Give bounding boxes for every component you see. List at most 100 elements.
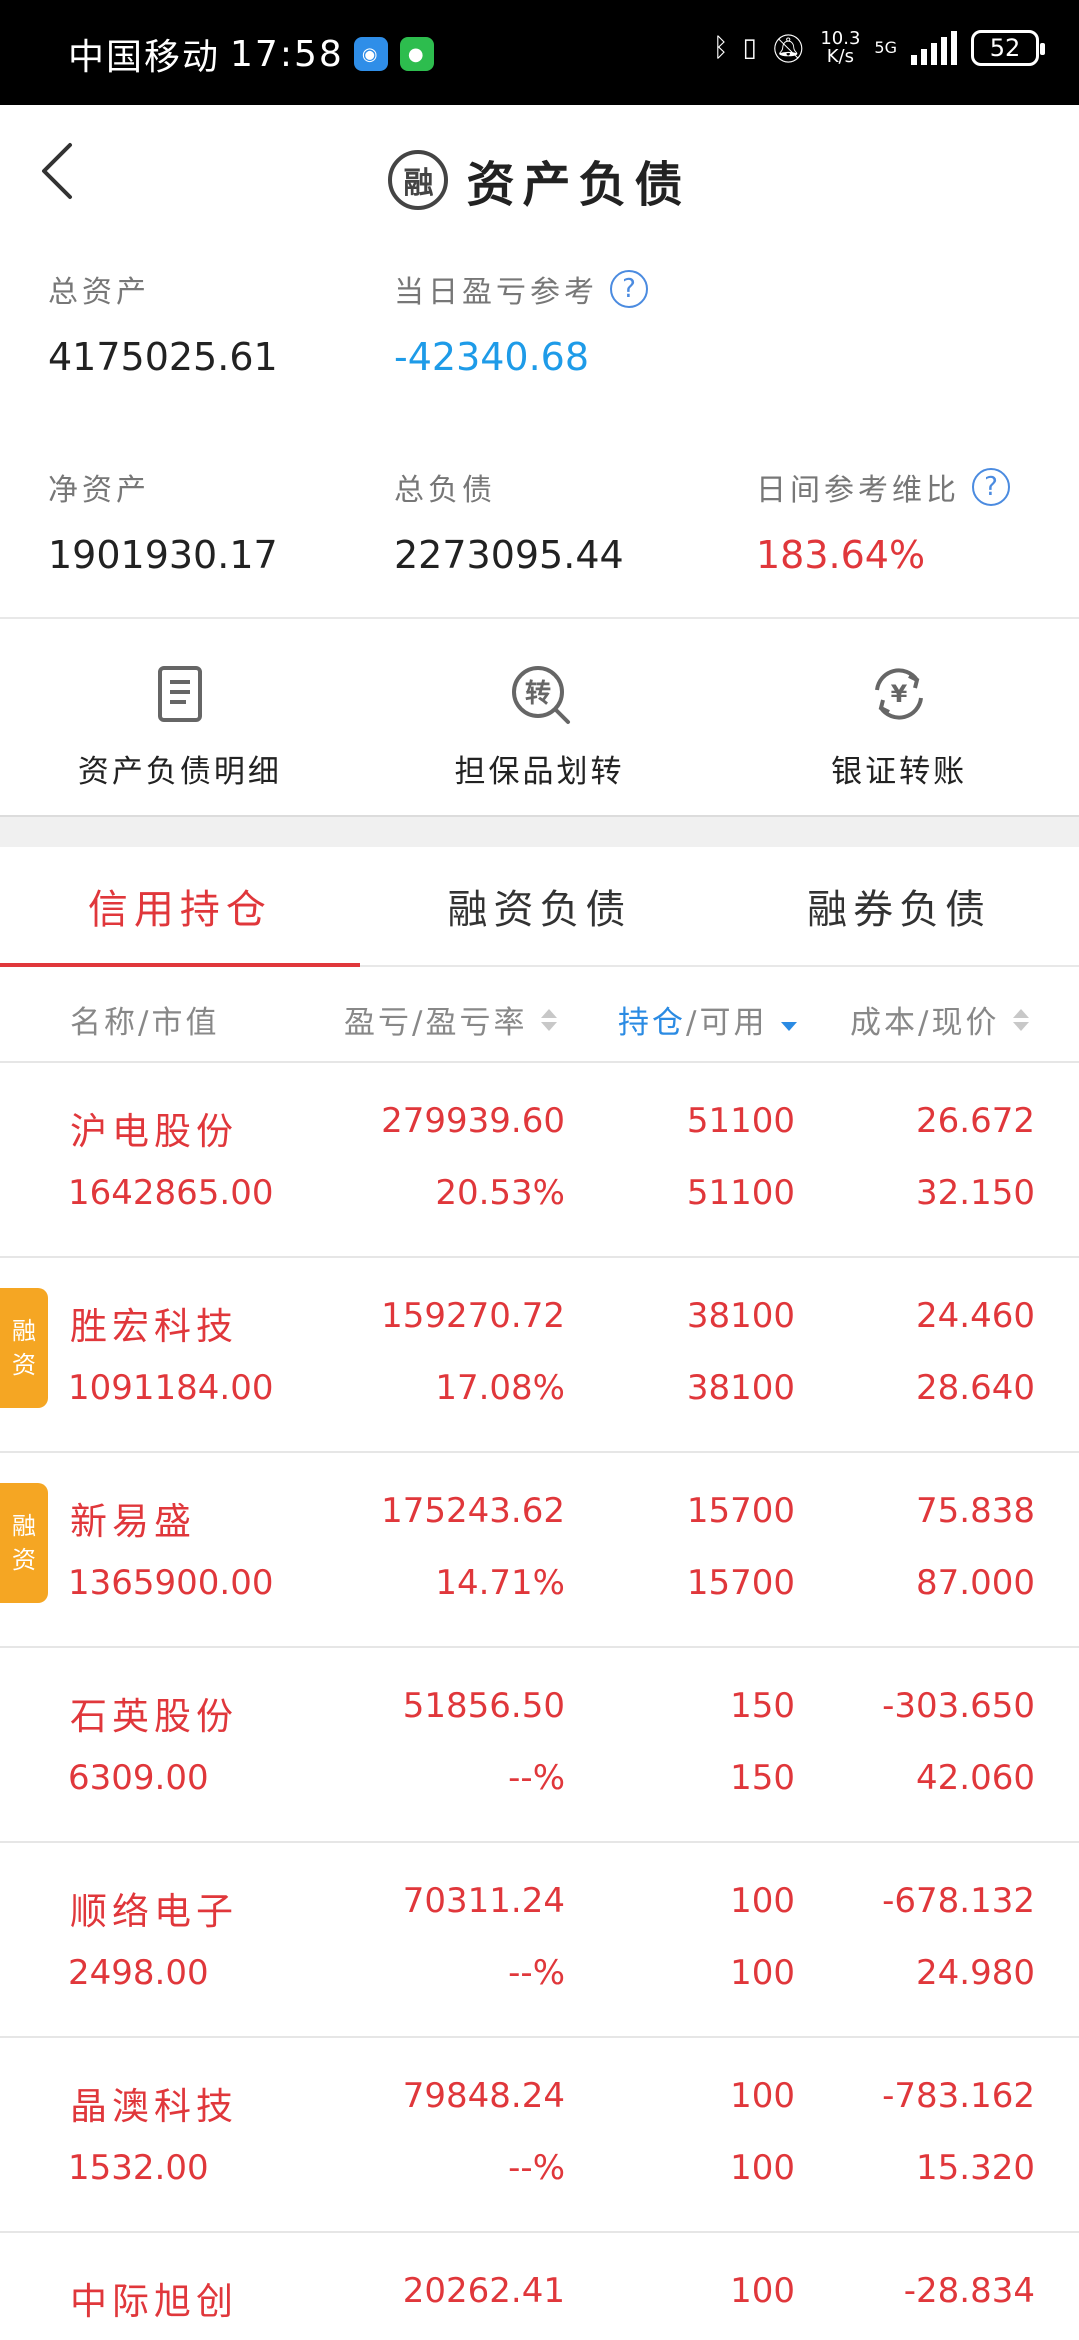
asset-liability-detail-button[interactable]: 资产负债明细 bbox=[0, 620, 360, 815]
col-holding[interactable]: 持仓/可用 bbox=[618, 997, 798, 1042]
status-bar: 中国移动 17:58 ◉ ● ᛒ ▯ 🔕︎ 10.3 K/s 5G 52 bbox=[0, 0, 1079, 105]
net-speed: 10.3 K/s bbox=[820, 30, 860, 66]
help-icon[interactable]: ? bbox=[610, 270, 648, 308]
market-value: 1091184.00 bbox=[68, 1368, 274, 1408]
cost-price: 24.460 bbox=[916, 1296, 1035, 1336]
asset-summary: 总资产 4175025.61 当日盈亏参考 ? -42340.68 净资产 19… bbox=[0, 255, 1079, 617]
wechat-icon: ● bbox=[399, 37, 434, 71]
mute-bell-icon: 🔕︎ bbox=[770, 31, 807, 65]
profit-loss: 20262.41 bbox=[402, 2271, 565, 2311]
help-icon[interactable]: ? bbox=[972, 468, 1010, 506]
holding-qty: 100 bbox=[730, 2076, 795, 2116]
sort-desc-icon bbox=[781, 1009, 798, 1031]
status-bar-left: 中国移动 17:58 ◉ ● bbox=[68, 28, 434, 80]
market-value: 6309.00 bbox=[68, 1758, 209, 1798]
profit-loss: 159270.72 bbox=[381, 1296, 565, 1336]
profit-loss-rate: 17.08% bbox=[435, 1368, 565, 1408]
current-price: 24.980 bbox=[916, 1953, 1035, 1993]
holdings-list: 沪电股份 1642865.00 279939.60 20.53% 51100 5… bbox=[0, 1063, 1079, 2340]
current-price: 87.000 bbox=[916, 1563, 1035, 1603]
stock-name: 顺络电子 bbox=[70, 1890, 238, 1933]
margin-tag-text: 融资 bbox=[12, 1512, 36, 1574]
holding-qty: 38100 bbox=[686, 1296, 795, 1336]
table-row[interactable]: 融资 胜宏科技 1091184.00 159270.72 17.08% 3810… bbox=[0, 1258, 1079, 1453]
profit-loss-rate: 14.71% bbox=[435, 1563, 565, 1603]
market-value: 2498.00 bbox=[68, 1953, 209, 1993]
tab-margin-financing-liability[interactable]: 融资负债 bbox=[360, 847, 720, 965]
total-assets: 总资产 4175025.61 bbox=[48, 267, 278, 379]
action-label: 担保品划转 bbox=[454, 754, 625, 790]
profit-loss: 51856.50 bbox=[402, 1686, 565, 1726]
battery-level: 52 bbox=[989, 34, 1021, 62]
market-value: 1642865.00 bbox=[68, 1173, 274, 1213]
current-price: 32.150 bbox=[916, 1173, 1035, 1213]
available-qty: 15700 bbox=[686, 1563, 795, 1603]
collateral-transfer-button[interactable]: 转 担保品划转 bbox=[360, 620, 720, 815]
table-header: 名称/市值 盈亏/盈亏率 持仓/可用 成本/现价 bbox=[0, 967, 1079, 1063]
col-holding-label: 持仓/可用 bbox=[618, 997, 767, 1042]
stock-name: 沪电股份 bbox=[70, 1110, 238, 1153]
tab-bar: 信用持仓 融资负债 融券负债 bbox=[0, 847, 1079, 967]
table-row[interactable]: 中际旭创 20262.41 100 -28.834 bbox=[0, 2233, 1079, 2340]
yen-exchange-icon: ¥ bbox=[875, 668, 924, 720]
market-value: 1532.00 bbox=[68, 2148, 209, 2188]
stock-name: 胜宏科技 bbox=[70, 1305, 238, 1348]
col-cost[interactable]: 成本/现价 bbox=[850, 997, 1030, 1042]
profit-loss-rate: --% bbox=[508, 1953, 565, 1993]
table-row[interactable]: 融资 新易盛 1365900.00 175243.62 14.71% 15700… bbox=[0, 1453, 1079, 1648]
section-separator bbox=[0, 815, 1079, 847]
profit-loss-rate: 20.53% bbox=[435, 1173, 565, 1213]
daily-pl: 当日盈亏参考 ? -42340.68 bbox=[394, 267, 648, 379]
profit-loss: 279939.60 bbox=[381, 1101, 565, 1141]
table-row[interactable]: 顺络电子 2498.00 70311.24 --% 100 100 -678.1… bbox=[0, 1843, 1079, 2038]
table-row[interactable]: 石英股份 6309.00 51856.50 --% 150 150 -303.6… bbox=[0, 1648, 1079, 1843]
margin-tag: 融资 bbox=[0, 1288, 48, 1408]
carrier-name: 中国移动 bbox=[68, 37, 221, 78]
col-name: 名称/市值 bbox=[70, 997, 219, 1042]
total-liabilities: 总负债 2273095.44 bbox=[394, 465, 624, 577]
bank-securities-transfer-button[interactable]: ¥ 银证转账 bbox=[719, 620, 1079, 815]
col-name-label: 名称/市值 bbox=[70, 1005, 220, 1041]
tab-securities-lending-liability[interactable]: 融券负债 bbox=[719, 847, 1079, 965]
cost-price: 26.672 bbox=[916, 1101, 1035, 1141]
total-liabilities-value: 2273095.44 bbox=[394, 533, 624, 577]
maintenance-ratio-value: 183.64% bbox=[756, 533, 926, 577]
stock-name: 中际旭创 bbox=[70, 2280, 238, 2323]
page-header: 融 资产负债 bbox=[0, 105, 1079, 255]
bluetooth-icon: ᛒ bbox=[712, 33, 729, 63]
profit-loss-rate: --% bbox=[508, 2148, 565, 2188]
battery-icon: 52 bbox=[971, 30, 1045, 66]
profit-loss: 70311.24 bbox=[402, 1881, 565, 1921]
daily-pl-label: 当日盈亏参考 bbox=[394, 275, 598, 310]
holding-qty: 100 bbox=[730, 1881, 795, 1921]
cost-price: -28.834 bbox=[903, 2271, 1035, 2311]
holding-qty: 51100 bbox=[686, 1101, 795, 1141]
sort-icon bbox=[1013, 1008, 1030, 1031]
available-qty: 150 bbox=[730, 1758, 795, 1798]
maintenance-ratio-label-row: 日间参考维比 ? bbox=[756, 465, 1010, 509]
network-type: 5G bbox=[874, 38, 897, 57]
table-row[interactable]: 晶澳科技 1532.00 79848.24 --% 100 100 -783.1… bbox=[0, 2038, 1079, 2233]
cost-price: -783.162 bbox=[882, 2076, 1035, 2116]
profit-loss: 79848.24 bbox=[402, 2076, 565, 2116]
total-assets-value: 4175025.61 bbox=[48, 335, 278, 379]
col-pl[interactable]: 盈亏/盈亏率 bbox=[344, 997, 558, 1042]
logo-text: 融 bbox=[403, 166, 434, 201]
table-row[interactable]: 沪电股份 1642865.00 279939.60 20.53% 51100 5… bbox=[0, 1063, 1079, 1258]
profit-loss-rate: --% bbox=[508, 1758, 565, 1798]
holding-qty: 15700 bbox=[686, 1491, 795, 1531]
transfer-icon-text: 转 bbox=[524, 679, 550, 709]
cost-price: 75.838 bbox=[916, 1491, 1035, 1531]
tab-credit-positions[interactable]: 信用持仓 bbox=[0, 847, 360, 967]
profit-loss: 175243.62 bbox=[381, 1491, 565, 1531]
holding-qty: 100 bbox=[730, 2271, 795, 2311]
available-qty: 100 bbox=[730, 1953, 795, 1993]
sort-icon bbox=[541, 1008, 558, 1031]
col-cost-label: 成本/现价 bbox=[850, 1005, 1000, 1041]
divider bbox=[0, 617, 1079, 619]
page-title: 资产负债 bbox=[466, 157, 691, 213]
stock-name: 新易盛 bbox=[70, 1500, 196, 1543]
daily-pl-label-row: 当日盈亏参考 ? bbox=[394, 267, 648, 311]
col-pl-label: 盈亏/盈亏率 bbox=[344, 1005, 528, 1041]
action-label: 资产负债明细 bbox=[77, 754, 282, 790]
